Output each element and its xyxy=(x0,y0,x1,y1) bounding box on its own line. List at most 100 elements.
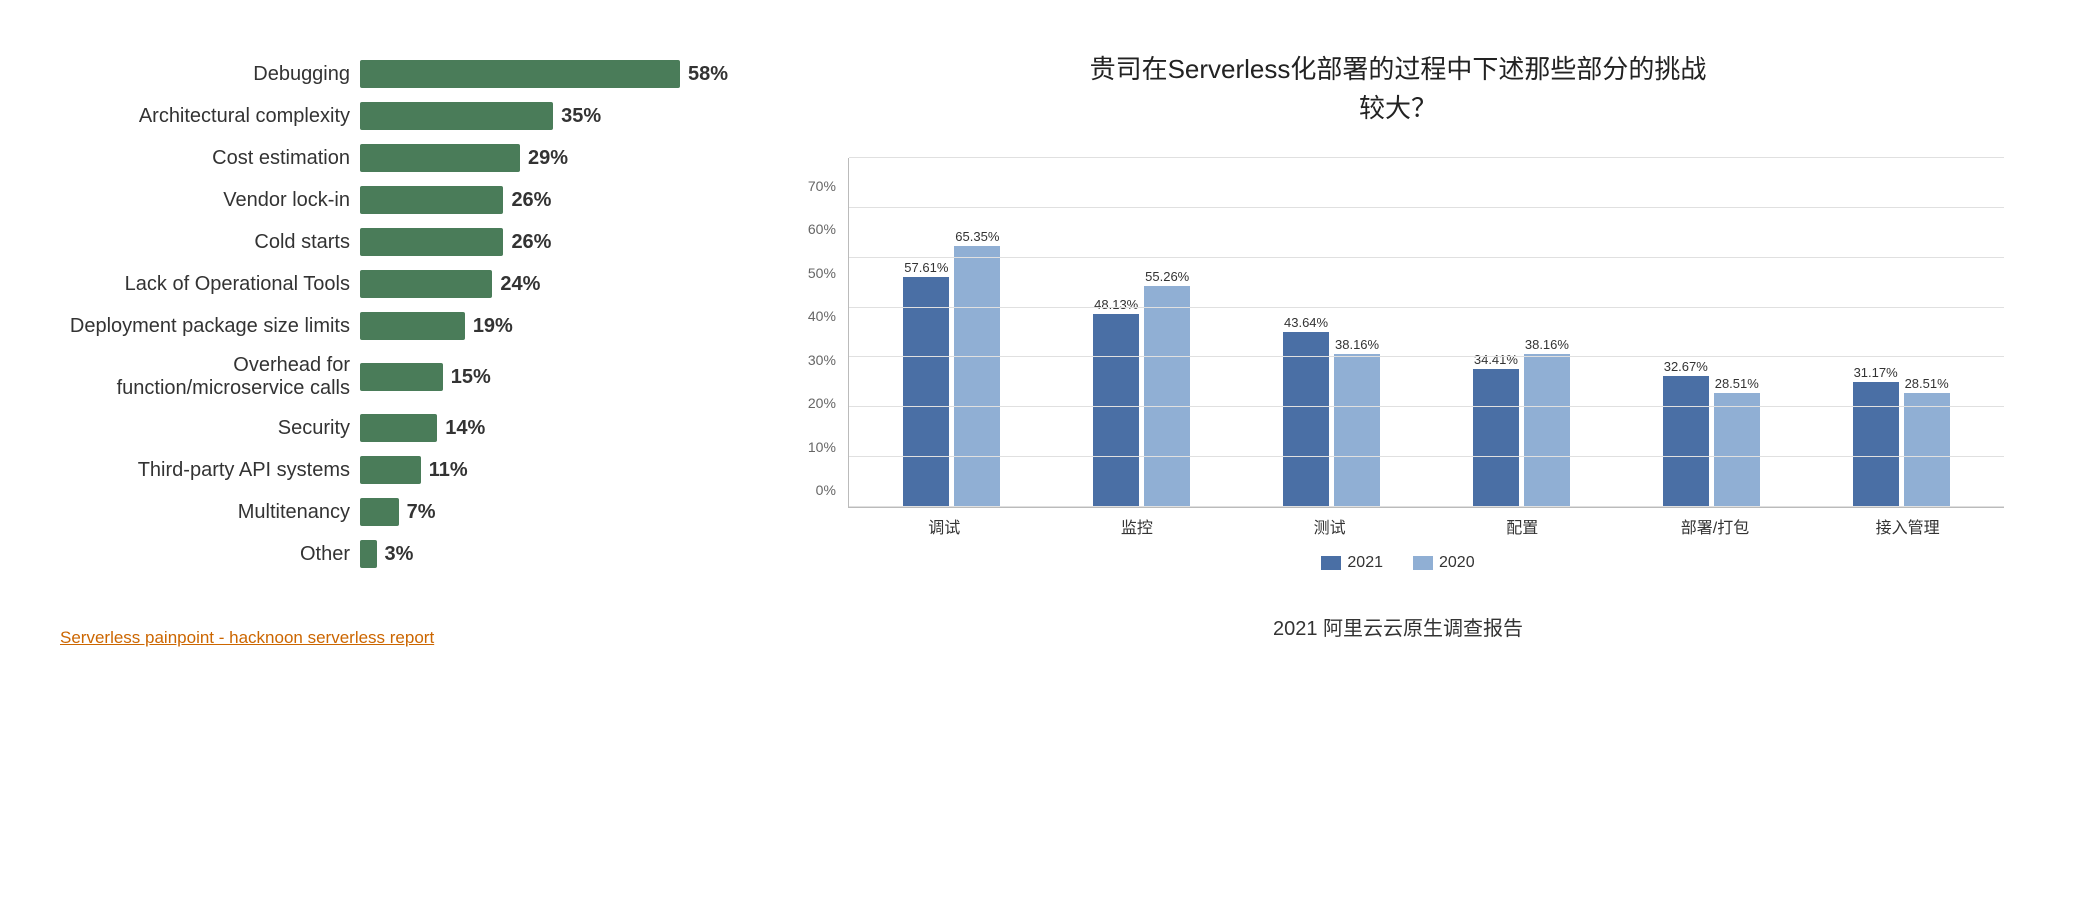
grid-line xyxy=(849,207,2004,208)
bar-pct-label: 11% xyxy=(429,459,468,482)
bar-fill xyxy=(360,414,437,442)
x-axis-label: 配置 xyxy=(1426,514,1619,538)
bar-track: 24% xyxy=(360,270,760,298)
bar-fill xyxy=(360,186,503,214)
bar-fill xyxy=(360,498,399,526)
y-axis-label: 10% xyxy=(792,439,836,455)
x-axis-label: 监控 xyxy=(1041,514,1234,538)
bar-fill xyxy=(360,228,503,256)
bar-label: Third-party API systems xyxy=(60,459,350,482)
bar-label: Architectural complexity xyxy=(60,105,350,128)
x-axis-label: 调试 xyxy=(848,514,1041,538)
bar-fill xyxy=(360,270,492,298)
bar-pct-label: 58% xyxy=(688,63,728,86)
bar-fill xyxy=(360,363,443,391)
bar-track: 26% xyxy=(360,186,760,214)
bar-value-2021: 43.64% xyxy=(1284,315,1328,330)
chart-grid-area: 57.61%65.35%48.13%55.26%43.64%38.16%34.4… xyxy=(848,158,2004,507)
legend: 2021 2020 xyxy=(1321,554,1474,572)
bar-group: 48.13% 55.26% xyxy=(1093,269,1190,507)
y-axis-label: 40% xyxy=(792,308,836,324)
right-source: 2021 阿里云云原生调查报告 xyxy=(1273,572,1523,641)
y-axis-label: 20% xyxy=(792,395,836,411)
bar-pct-label: 19% xyxy=(473,315,513,338)
legend-color-2021 xyxy=(1321,556,1341,570)
y-axis-label: 70% xyxy=(792,178,836,194)
bar-track: 11% xyxy=(360,456,760,484)
bar-value-2020: 38.16% xyxy=(1335,337,1379,352)
grid-line xyxy=(849,356,2004,357)
x-axis-label: 测试 xyxy=(1233,514,1426,538)
bar-rect-2021 xyxy=(1473,369,1519,507)
bar-pct-label: 15% xyxy=(451,366,491,389)
bar-value-2020: 38.16% xyxy=(1525,337,1569,352)
bar-row: Vendor lock-in 26% xyxy=(60,186,760,214)
right-panel: 贵司在Serverless化部署的过程中下述那些部分的挑战 较大？ 0%10%2… xyxy=(760,40,2036,641)
bar-rect-2021 xyxy=(1663,376,1709,507)
bar-value-2020: 65.35% xyxy=(955,229,999,244)
bar-group: 31.17% 28.51% xyxy=(1853,365,1950,507)
grid-line xyxy=(849,307,2004,308)
bar-value-2020: 55.26% xyxy=(1145,269,1189,284)
left-panel: Debugging 58% Architectural complexity 35% C… xyxy=(60,40,760,648)
source-link[interactable]: Serverless painpoint - hacknoon serverle… xyxy=(60,628,760,648)
bar-fill xyxy=(360,60,680,88)
grid-line xyxy=(849,157,2004,158)
bar-label: Deployment package size limits xyxy=(60,315,350,338)
bar-rect-2021 xyxy=(903,277,949,507)
y-axis-label: 50% xyxy=(792,265,836,281)
bar-row: Multitenancy 7% xyxy=(60,498,760,526)
x-axis-label: 接入管理 xyxy=(1811,514,2004,538)
bar-track: 3% xyxy=(360,540,760,568)
x-axis-label: 部署/打包 xyxy=(1619,514,1812,538)
bars-container: 57.61%65.35%48.13%55.26%43.64%38.16%34.4… xyxy=(849,158,2004,507)
y-axis-label: 30% xyxy=(792,352,836,368)
bar-rect-2020 xyxy=(1714,393,1760,507)
bar-row: Deployment package size limits 19% xyxy=(60,312,760,340)
bar-rect-2020 xyxy=(1904,393,1950,507)
bar-track: 7% xyxy=(360,498,760,526)
horizontal-bar-chart: Debugging 58% Architectural complexity 35% C… xyxy=(60,60,760,568)
bar-row: Cost estimation 29% xyxy=(60,144,760,172)
y-axis: 0%10%20%30%40%50%60%70% xyxy=(792,178,840,498)
bar-group: 43.64% 38.16% xyxy=(1283,315,1380,507)
bar-rect-2020 xyxy=(1334,354,1380,507)
bar-label: Cost estimation xyxy=(60,147,350,170)
bar-value-2021: 32.67% xyxy=(1664,359,1708,374)
bar-fill xyxy=(360,540,377,568)
bar-row: Other3% xyxy=(60,540,760,568)
legend-label-2021: 2021 xyxy=(1347,554,1383,572)
legend-label-2020: 2020 xyxy=(1439,554,1475,572)
bar-fill xyxy=(360,102,553,130)
bar-track: 19% xyxy=(360,312,760,340)
bar-row: Debugging 58% xyxy=(60,60,760,88)
bar-fill xyxy=(360,312,465,340)
bar-rect-2020 xyxy=(1524,354,1570,507)
bar-rect-2020 xyxy=(1144,286,1190,507)
bar-pct-label: 26% xyxy=(511,231,551,254)
bar-value-2020: 28.51% xyxy=(1715,376,1759,391)
bar-rect-2020 xyxy=(954,246,1000,507)
bar-label: Vendor lock-in xyxy=(60,189,350,212)
bar-label: Debugging xyxy=(60,63,350,86)
grouped-chart-container: 0%10%20%30%40%50%60%70% 57.61%65.35%48.1… xyxy=(760,158,2036,572)
bar-row: Cold starts26% xyxy=(60,228,760,256)
bar-fill xyxy=(360,144,520,172)
bar-row: Lack of Operational Tools24% xyxy=(60,270,760,298)
legend-color-2020 xyxy=(1413,556,1433,570)
bar-label: Overhead for function/microservice calls xyxy=(60,354,350,400)
bar-value-2021: 48.13% xyxy=(1094,297,1138,312)
bar-value-2020: 28.51% xyxy=(1905,376,1949,391)
bar-track: 29% xyxy=(360,144,760,172)
bar-rect-2021 xyxy=(1283,332,1329,507)
bar-row: Overhead for function/microservice calls… xyxy=(60,354,760,400)
bar-row: Security14% xyxy=(60,414,760,442)
legend-item-2021: 2021 xyxy=(1321,554,1383,572)
bar-label: Security xyxy=(60,417,350,440)
bar-value-2021: 31.17% xyxy=(1854,365,1898,380)
chart-title: 贵司在Serverless化部署的过程中下述那些部分的挑战 较大？ xyxy=(1090,50,1707,128)
bar-group: 57.61%65.35% xyxy=(903,229,1000,507)
bar-track: 35% xyxy=(360,102,760,130)
bar-row: Architectural complexity 35% xyxy=(60,102,760,130)
bar-label: Multitenancy xyxy=(60,501,350,524)
